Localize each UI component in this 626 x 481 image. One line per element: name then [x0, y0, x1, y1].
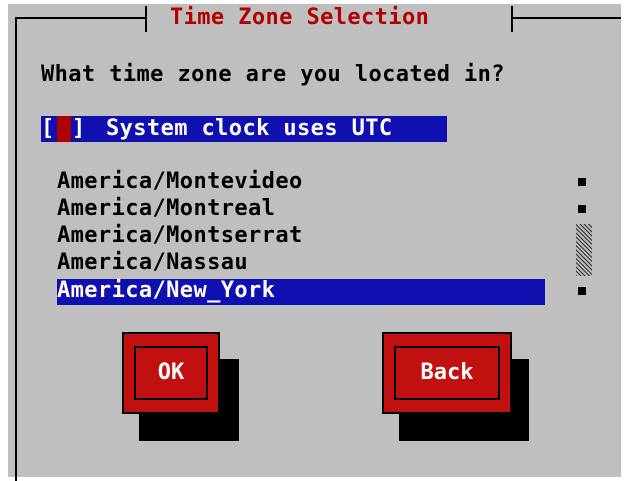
timezone-list-item[interactable]: America/Montreal [57, 197, 275, 221]
timezone-list-item[interactable]: America/Montserrat [57, 224, 303, 248]
screen-edge-bottom [0, 477, 626, 481]
utc-checkbox-cursor [57, 116, 71, 142]
utc-checkbox-open-bracket: [ [41, 116, 55, 141]
timezone-list-item[interactable]: America/Nassau [57, 251, 248, 275]
dialog-title: Time Zone Selection [170, 5, 430, 30]
ok-button[interactable]: OK [122, 332, 220, 414]
dialog-frame-left [15, 17, 17, 481]
back-button[interactable]: Back [382, 332, 512, 414]
title-divider-left [145, 6, 147, 32]
screen-edge-right [621, 0, 626, 481]
timezone-list-item[interactable]: America/Montevideo [57, 170, 303, 194]
title-divider-right [511, 6, 513, 32]
screen-edge-left [0, 0, 8, 481]
scrollbar-thumb[interactable] [576, 224, 592, 276]
installer-screen: Time Zone Selection What time zone are y… [0, 0, 626, 481]
scrollbar-track-mark [578, 178, 586, 186]
timezone-question: What time zone are you located in? [41, 62, 505, 87]
utc-checkbox-label: System clock uses UTC [106, 116, 393, 141]
utc-checkbox-close-bracket: ] [72, 116, 86, 141]
scrollbar-track-mark [578, 287, 586, 295]
scrollbar-track-mark [578, 205, 586, 213]
back-button-label: Back [420, 360, 474, 385]
dialog-frame-top-right [513, 17, 621, 19]
screen-edge-top [0, 0, 626, 4]
ok-button-label: OK [157, 360, 185, 385]
dialog-frame-top-left [15, 17, 147, 19]
timezone-list-item-selected[interactable]: America/New_York [57, 279, 275, 303]
